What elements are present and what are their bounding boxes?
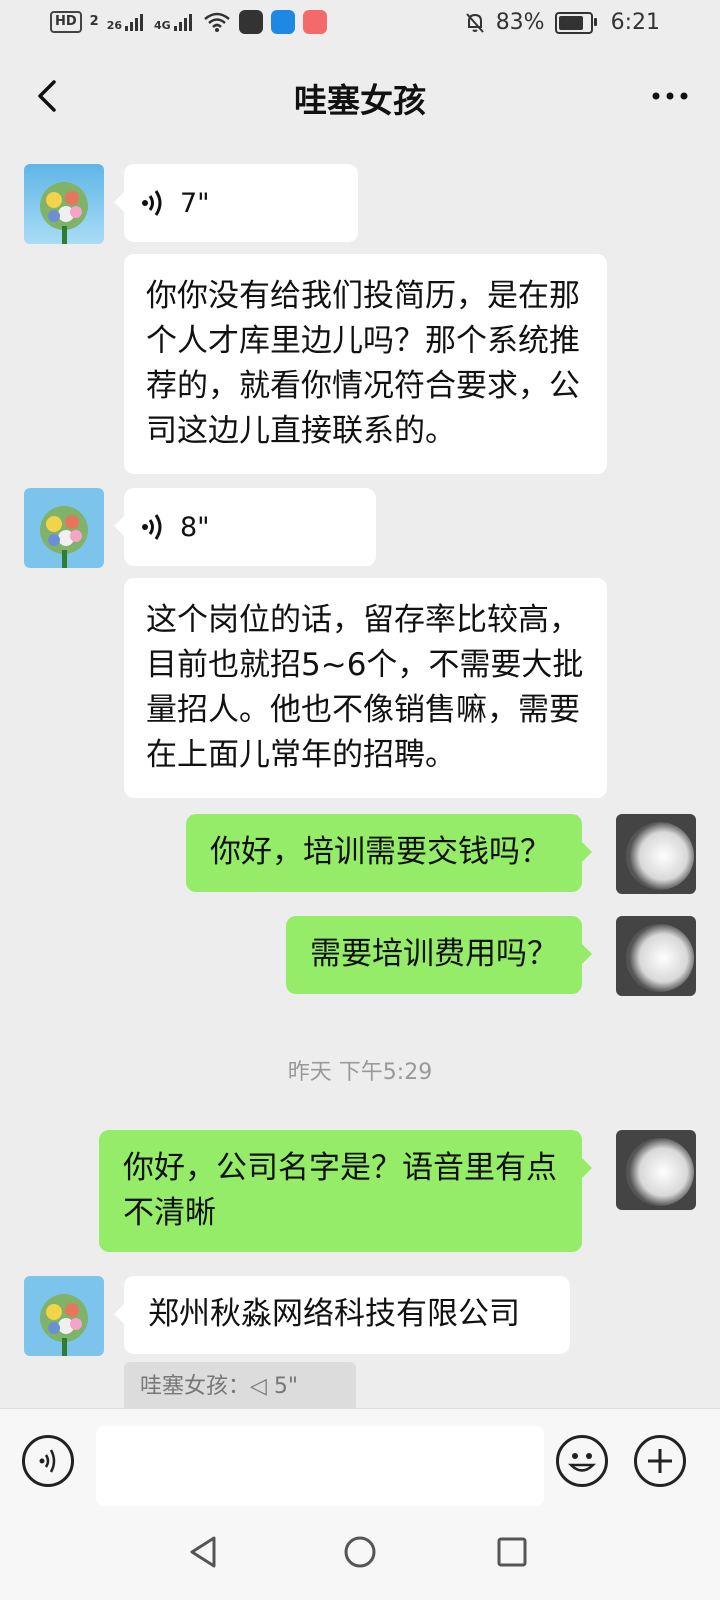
bubble-tail [114,516,124,536]
voice-message-bubble[interactable]: 8" [114,488,376,566]
user-avatar[interactable] [616,916,696,996]
plus-icon[interactable] [634,1435,686,1487]
quoted-message[interactable]: 哇塞女孩：◁ 5" [124,1362,356,1408]
battery-level-fill [558,15,584,30]
system-nav-bar [0,1512,720,1600]
more-dots-icon[interactable] [650,78,690,114]
message-list[interactable]: 7" 你你没有给我们投简历，是在那个人才库里边儿吗？那个系统推荐的，就看你情况符… [0,144,720,1408]
voice-icon[interactable] [22,1435,74,1487]
message-text: 你好，培训需要交钱吗？ [210,834,551,870]
hd-badge: HD [50,11,82,33]
status-bar: HD 2 26 4G 83% 6:21 [0,0,720,48]
status-left: HD 2 26 4G [50,10,327,34]
contact-avatar[interactable] [24,488,104,568]
clock: 6:21 [610,10,660,35]
signal-icon-1: 26 [107,12,146,32]
signal-bars-icon-2 [173,14,192,31]
chat-header: 哇塞女孩 [0,48,720,144]
contact-avatar[interactable] [24,164,104,244]
voice-duration: 7" [180,187,210,219]
text-message-bubble[interactable]: 你你没有给我们投简历，是在那个人才库里边儿吗？那个系统推荐的，就看你情况符合要求… [124,254,607,474]
sim2-badge: 2 [89,14,99,29]
voice-wave-icon [142,514,162,540]
app-notification-icon-1 [238,10,263,34]
quote-text: 哇塞女孩：◁ 5" [140,1374,299,1399]
message-input[interactable] [96,1426,544,1506]
voice-duration: 8" [180,511,210,543]
battery-icon [554,11,597,34]
sent-message-bubble[interactable]: 你好，培训需要交钱吗？ [186,814,592,892]
net2-label: 4G [154,19,171,32]
message-text: 需要培训费用吗？ [310,936,558,972]
user-avatar[interactable] [616,814,696,894]
bubble-tail [582,944,592,964]
weather-app-icon [270,10,295,34]
status-right: 83% 6:21 [464,10,660,35]
text-message-bubble[interactable]: 这个岗位的话，留存率比较高，目前也就招5~6个，不需要大批量招人。他也不像销售嘛… [124,578,607,798]
text-message-bubble[interactable]: 郑州秋淼网络科技有限公司 [114,1276,570,1354]
bubble-tail [114,192,124,212]
sent-message-bubble[interactable]: 需要培训费用吗？ [286,916,592,994]
bubble-tail [582,1158,592,1178]
voice-message-bubble[interactable]: 7" [114,164,358,242]
contact-avatar[interactable] [24,1276,104,1356]
message-text: 这个岗位的话，留存率比较高，目前也就招5~6个，不需要大批量招人。他也不像销售嘛… [146,602,584,773]
mute-bell-icon [465,12,484,33]
sent-message-bubble[interactable]: 你好，公司名字是？语音里有点不清晰 [99,1130,592,1252]
wifi-icon [203,12,230,32]
bubble-tail [582,842,592,862]
nav-home-icon[interactable] [340,1532,380,1572]
nav-back-icon[interactable] [184,1532,224,1572]
battery-percent: 83% [495,10,545,35]
user-avatar[interactable] [616,1130,696,1210]
app-notification-icon-3 [302,10,327,34]
emoji-icon[interactable] [556,1435,608,1487]
bubble-tail [114,1304,124,1324]
signal-bars-icon [125,14,144,31]
net1-label: 26 [106,19,123,32]
nav-recents-icon[interactable] [492,1532,532,1572]
message-text: 你你没有给我们投简历，是在那个人才库里边儿吗？那个系统推荐的，就看你情况符合要求… [146,278,580,449]
signal-icon-2: 4G [154,12,195,32]
voice-wave-icon [142,190,162,216]
message-text: 你好，公司名字是？语音里有点不清晰 [123,1150,557,1231]
message-text: 郑州秋淼网络科技有限公司 [148,1296,520,1332]
message-input-bar [0,1408,720,1513]
timestamp-divider: 昨天 下午5:29 [287,1060,433,1085]
chat-title: 哇塞女孩 [294,81,426,120]
